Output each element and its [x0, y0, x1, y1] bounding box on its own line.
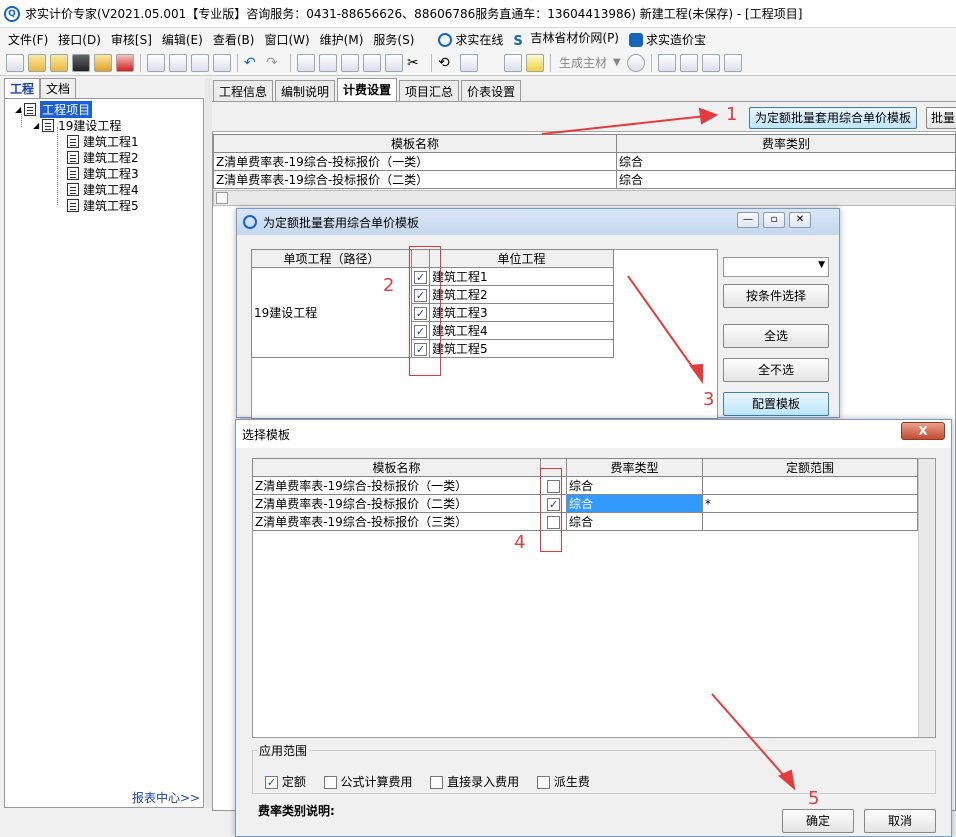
arrow-1-head [698, 107, 719, 125]
arrow-3-head [689, 363, 703, 385]
arrow-5 [711, 693, 787, 779]
arrow-3 [627, 275, 697, 373]
annotation-arrows [541, 107, 796, 791]
arrow-1 [541, 115, 707, 135]
